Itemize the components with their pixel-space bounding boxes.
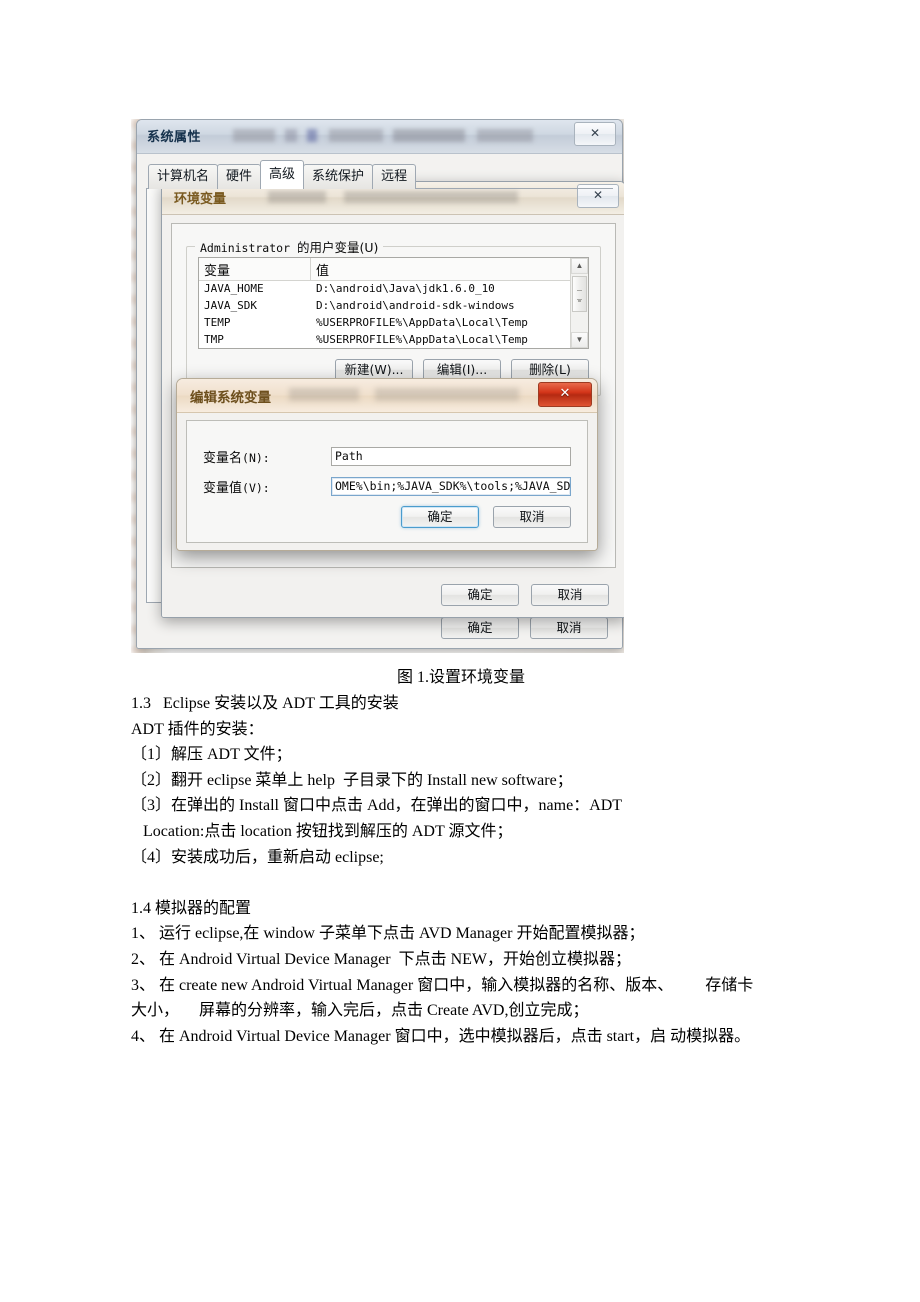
system-properties-title: 系统属性 [147,130,202,145]
variable-value-label-text: 变量值 [203,480,243,496]
doc-line: 〔3〕在弹出的 Install 窗口中点击 Add，在弹出的窗口中，name：A… [131,797,623,815]
tab-advanced[interactable]: 高级 [260,160,305,189]
system-properties-tabs: 计算机名 硬件 高级 系统保护 远程 [148,160,613,189]
scrollbar-thumb[interactable] [572,276,587,312]
table-header-row: 变量 值 [199,258,588,281]
system-properties-footer: 确定 取消 [441,617,608,639]
doc-line: 〔2〕翻开 eclipse 菜单上 help 子目录下的 Install new… [131,771,573,789]
doc-line: 1.3 Eclipse 安装以及 ADT 工具的安装 [131,695,399,712]
tab-hardware[interactable]: 硬件 [217,164,262,189]
tab-computer-name[interactable]: 计算机名 [148,164,219,189]
variable-value-row: 变量值(V): OME%\bin;%JAVA_SDK%\tools;%JAVA_… [187,471,587,501]
scroll-up-icon[interactable]: ▲ [571,258,588,274]
edit-dialog-button-row: 确定 取消 [401,506,571,528]
variable-name-label-text: 变量名 [203,450,243,466]
figure-caption: 图 1.设置环境变量 [396,669,525,686]
variable-name-row: 变量名(N): Path [187,441,587,471]
variable-name-label: 变量名(N): [203,447,331,466]
document-body: 1.3 Eclipse 安装以及 ADT 工具的安装 ADT 插件的安装： 〔1… [131,691,831,1049]
column-header-value: 值 [316,264,330,279]
legend-username: Administrator [200,241,291,255]
sysprops-ok-button[interactable]: 确定 [441,617,519,639]
edit-dialog-cancel-button[interactable]: 取消 [493,506,571,528]
table-vertical-scrollbar[interactable]: ▲ ▼ [570,258,588,348]
cell-variable-value: %USERPROFILE%\AppData\Local\Temp [316,333,528,346]
cell-variable-value: D:\android\Java\jdk1.6.0_10 [316,282,495,295]
doc-line: 2、 在 Android Virtual Device Manager 下点击 … [131,950,631,968]
variable-value-label-mnemonic: (V): [242,480,270,495]
edit-dialog-body: 变量名(N): Path 变量值(V): OME%\bin;%JAVA_SDK%… [177,413,597,550]
cell-variable-name: TMP [204,333,224,346]
table-row[interactable]: JAVA_HOME D:\android\Java\jdk1.6.0_10 [199,281,588,298]
tab-strip-filler [415,161,613,189]
table-row[interactable]: JAVA_SDK D:\android\android-sdk-windows [199,298,588,315]
system-properties-titlebar: 系统属性 ✕ [137,120,622,154]
edit-dialog-titlebar: 编辑系统变量 ✕ [177,379,597,413]
edit-dialog-ok-button[interactable]: 确定 [401,506,479,528]
user-variables-fieldset: Administrator 的用户变量(U) 变量 值 JAVA_HOME D:… [186,237,601,396]
envvars-cancel-button[interactable]: 取消 [531,584,609,606]
close-icon[interactable]: ✕ [574,122,616,146]
scroll-down-icon[interactable]: ▼ [571,332,588,348]
doc-line: 4、 在 Android Virtual Device Manager 窗口中，… [131,1027,751,1045]
table-row[interactable]: TEMP %USERPROFILE%\AppData\Local\Temp [199,315,588,332]
close-icon[interactable]: ✕ [538,382,592,407]
cell-variable-value: %USERPROFILE%\AppData\Local\Temp [316,316,528,329]
doc-line: Location:点击 location 按钮找到解压的 ADT 源文件； [131,822,513,840]
tab-remote[interactable]: 远程 [372,164,417,189]
doc-line: 1、 运行 eclipse,在 window 子菜单下点击 AVD Manage… [131,925,645,943]
blurred-title-text [268,191,518,203]
column-header-variable: 变量 [199,258,311,280]
blurred-title-text [233,129,533,142]
edit-dialog-title: 编辑系统变量 [190,390,271,406]
blurred-title-text [289,388,519,401]
doc-line: 〔1〕解压 ADT 文件； [131,746,292,764]
doc-line: 1.4 模拟器的配置 [131,899,252,917]
environment-variables-footer: 确定 取消 [441,584,609,606]
cell-variable-name: JAVA_SDK [204,299,257,312]
environment-variables-title: 环境变量 [174,192,227,207]
sysprops-cancel-button[interactable]: 取消 [530,617,608,639]
legend-suffix: 的用户变量(U) [296,240,379,255]
cell-variable-name: JAVA_HOME [204,282,264,295]
doc-blank-line [131,870,831,896]
user-variables-table[interactable]: 变量 值 JAVA_HOME D:\android\Java\jdk1.6.0_… [198,257,589,349]
table-row[interactable]: TMP %USERPROFILE%\AppData\Local\Temp [199,332,588,348]
doc-line: 3、 在 create new Android Virtual Manager … [131,976,754,994]
edit-dialog-panel: 变量名(N): Path 变量值(V): OME%\bin;%JAVA_SDK%… [186,420,588,543]
tab-system-protection[interactable]: 系统保护 [303,164,374,189]
variable-name-label-mnemonic: (N): [242,450,270,465]
doc-line: ADT 插件的安装： [131,720,264,738]
cell-variable-name: TEMP [204,316,231,329]
user-variables-legend: Administrator 的用户变量(U) [195,237,384,256]
variable-value-label: 变量值(V): [203,477,331,496]
edit-system-variable-dialog: 编辑系统变量 ✕ 变量名(N): Path 变量值(V): OME%\bin;%… [176,378,598,551]
doc-line: 〔4〕安装成功后，重新启动 eclipse; [131,848,384,866]
doc-line: 大小， 屏幕的分辨率，输入完后，点击 Create AVD,创立完成； [131,1002,589,1020]
variable-value-input[interactable]: OME%\bin;%JAVA_SDK%\tools;%JAVA_SDK% [331,476,571,496]
variable-name-input[interactable]: Path [331,446,571,466]
envvars-ok-button[interactable]: 确定 [441,584,519,606]
screenshot-figure: 系统属性 ✕ 计算机名 硬件 高级 系统保护 远程 确定 取消 环境变量 ✕ A… [131,119,624,653]
cell-variable-value: D:\android\android-sdk-windows [316,299,515,312]
